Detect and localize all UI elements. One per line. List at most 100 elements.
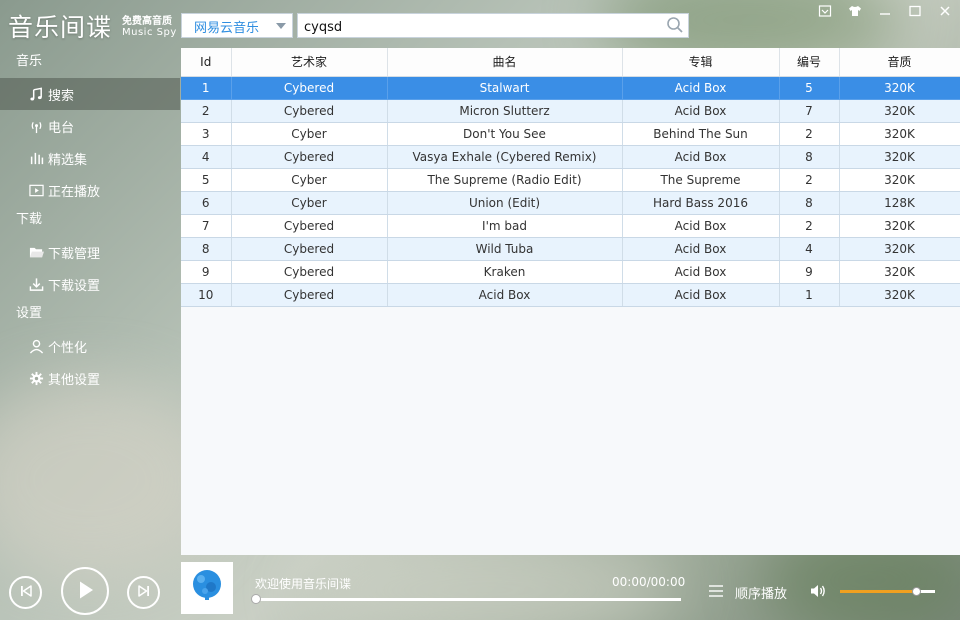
table-row[interactable]: 4 Cybered Vasya Exhale (Cybered Remix) Acid… (181, 145, 960, 169)
sidebar-item-label: 下载设置 (48, 278, 101, 294)
cell-number: 2 (779, 214, 840, 238)
cell-number: 7 (779, 99, 840, 123)
volume-slider[interactable] (840, 587, 935, 596)
table-row[interactable]: 8 Cybered Wild Tuba Acid Box 4 320K (181, 237, 960, 261)
column-header-id[interactable]: Id (181, 48, 232, 77)
table-row[interactable]: 3 Cyber Don't You See Behind The Sun 2 320K (181, 122, 960, 146)
cell-artist: Cyber (231, 191, 388, 215)
cell-artist: Cybered (231, 260, 388, 284)
next-button[interactable] (127, 576, 160, 609)
sidebar-item-now-playing[interactable]: 正在播放 (0, 174, 180, 206)
cell-artist: Cybered (231, 237, 388, 261)
table-row[interactable]: 6 Cyber Union (Edit) Hard Bass 2016 8 128K (181, 191, 960, 215)
cell-number: 1 (779, 283, 840, 307)
cell-number: 8 (779, 191, 840, 215)
sidebar-item-label: 下载管理 (48, 246, 101, 262)
cell-album: Acid Box (622, 99, 780, 123)
close-button[interactable] (930, 0, 960, 24)
cell-title: Union (Edit) (387, 191, 623, 215)
sidebar: 音乐 搜索 电台 精选集 正在播放 下载 下载管理 下载设置 设置 个性化 其他… (0, 48, 180, 555)
cell-quality: 320K (839, 283, 960, 307)
play-button[interactable] (61, 567, 109, 615)
sidebar-item-label: 精选集 (48, 152, 88, 168)
source-select[interactable]: 网易云音乐 (181, 13, 293, 38)
playlist-icon[interactable] (708, 584, 724, 598)
cell-title: I'm bad (387, 214, 623, 238)
cell-id: 6 (181, 191, 232, 215)
column-header-title[interactable]: 曲名 (387, 48, 623, 77)
window-controls (810, 0, 960, 24)
cell-title: Don't You See (387, 122, 623, 146)
sidebar-section-download: 下载 (16, 212, 43, 227)
table-header-row: Id 艺术家 曲名 专辑 编号 音质 (181, 48, 960, 77)
cell-title: Acid Box (387, 283, 623, 307)
previous-button[interactable] (9, 576, 42, 609)
cell-id: 2 (181, 99, 232, 123)
close-icon (938, 4, 952, 21)
sidebar-section-music: 音乐 (16, 54, 43, 69)
play-mode-button[interactable]: 顺序播放 (735, 583, 787, 602)
progress-bar[interactable] (251, 594, 681, 604)
cell-quality: 320K (839, 260, 960, 284)
skin-button[interactable] (810, 0, 840, 24)
skin-box-icon (818, 4, 832, 21)
sidebar-item-personalize[interactable]: 个性化 (0, 330, 180, 362)
column-header-number[interactable]: 编号 (779, 48, 840, 77)
cell-artist: Cybered (231, 145, 388, 169)
album-art-icon (187, 567, 227, 610)
table-row[interactable]: 1 Cybered Stalwart Acid Box 5 320K (181, 76, 960, 100)
player-bar: 欢迎使用音乐间谍 00:00/00:00 顺序播放 (0, 555, 960, 620)
cell-album: Acid Box (622, 283, 780, 307)
playback-time: 00:00/00:00 (612, 575, 686, 589)
results-table: Id 艺术家 曲名 专辑 编号 音质 1 Cybered Stalwart Acid … (181, 48, 960, 307)
minimize-icon (878, 4, 892, 21)
volume-icon[interactable] (809, 583, 827, 599)
table-row[interactable]: 5 Cyber The Supreme (Radio Edit) The Suprem… (181, 168, 960, 192)
radio-icon (28, 118, 44, 134)
cell-id: 9 (181, 260, 232, 284)
next-icon (136, 583, 152, 602)
cell-artist: Cybered (231, 76, 388, 100)
cell-quality: 320K (839, 76, 960, 100)
cell-title: Kraken (387, 260, 623, 284)
table-row[interactable]: 2 Cybered Micron Slutterz Acid Box 7 320K (181, 99, 960, 123)
volume-fill (840, 590, 916, 593)
cell-album: Acid Box (622, 214, 780, 238)
cell-number: 2 (779, 122, 840, 146)
cell-quality: 320K (839, 122, 960, 146)
sidebar-item-search[interactable]: 搜索 (0, 78, 180, 110)
cell-id: 7 (181, 214, 232, 238)
cell-id: 1 (181, 76, 232, 100)
table-row[interactable]: 9 Cybered Kraken Acid Box 9 320K (181, 260, 960, 284)
search-input[interactable] (297, 13, 689, 38)
cell-id: 8 (181, 237, 232, 261)
user-icon (28, 338, 44, 354)
cell-id: 5 (181, 168, 232, 192)
column-header-artist[interactable]: 艺术家 (231, 48, 388, 77)
sidebar-item-download-settings[interactable]: 下载设置 (0, 268, 180, 300)
sidebar-item-label: 个性化 (48, 340, 88, 356)
cell-number: 4 (779, 237, 840, 261)
sidebar-item-radio[interactable]: 电台 (0, 110, 180, 142)
cell-quality: 320K (839, 99, 960, 123)
folder-icon (28, 244, 44, 260)
theme-button[interactable] (840, 0, 870, 24)
album-cover[interactable] (181, 562, 233, 614)
cell-quality: 128K (839, 191, 960, 215)
cell-number: 9 (779, 260, 840, 284)
minimize-button[interactable] (870, 0, 900, 24)
sidebar-item-download-manager[interactable]: 下载管理 (0, 236, 180, 268)
table-row[interactable]: 7 Cybered I'm bad Acid Box 2 320K (181, 214, 960, 238)
maximize-button[interactable] (900, 0, 930, 24)
cell-number: 8 (779, 145, 840, 169)
table-row[interactable]: 10 Cybered Acid Box Acid Box 1 320K (181, 283, 960, 307)
progress-knob[interactable] (251, 594, 261, 604)
column-header-quality[interactable]: 音质 (839, 48, 960, 77)
search-icon[interactable] (666, 16, 684, 34)
sidebar-item-other-settings[interactable]: 其他设置 (0, 362, 180, 394)
sidebar-item-playlists[interactable]: 精选集 (0, 142, 180, 174)
previous-icon (18, 583, 34, 602)
column-header-album[interactable]: 专辑 (622, 48, 780, 77)
volume-knob[interactable] (912, 587, 921, 596)
maximize-icon (908, 4, 922, 21)
